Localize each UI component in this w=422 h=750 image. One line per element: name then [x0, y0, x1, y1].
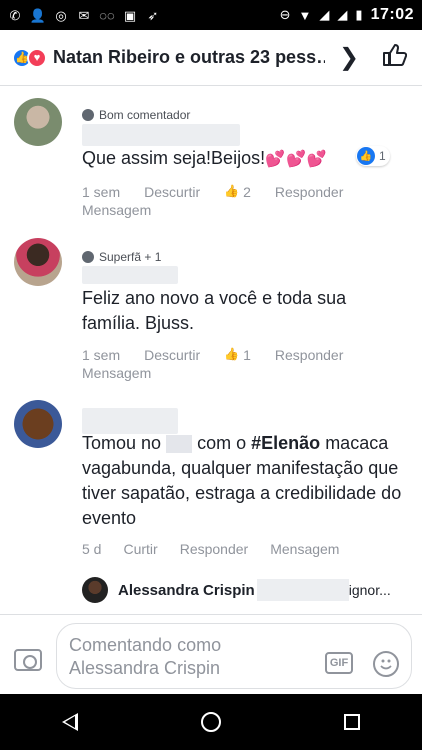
do-not-disturb-icon: ⊖	[279, 7, 291, 22]
chevron-right-icon[interactable]: ❯	[339, 43, 359, 72]
comment-text-part: Tomou no	[82, 433, 162, 453]
thumbs-up-icon: 👍	[224, 184, 240, 198]
instagram-icon: ◎	[55, 7, 67, 23]
thumbs-up-icon: 👍	[224, 347, 240, 361]
comment-actions: 1 sem Descurtir 👍 1 Responder Mensagem	[82, 347, 382, 381]
love-reaction-icon: ♥	[27, 47, 47, 68]
reaction-icons: 👍 ♥	[12, 47, 47, 68]
thumbs-up-icon	[383, 44, 408, 66]
like-button[interactable]	[381, 42, 408, 73]
status-bar: ✆ 👤 ◎ ✉ ◌◌ ▣ ➶ ⊖ ▼ ◢ ◢ ▮ 17:02	[0, 0, 422, 30]
comment-input-placeholder: Comentando como Alessandra Crispin	[69, 635, 222, 678]
comment-input[interactable]: Comentando como Alessandra Crispin GIF	[56, 623, 412, 689]
emoji-icon[interactable]	[373, 651, 399, 677]
reply-preview[interactable]: Alessandra Crispin ignor...	[82, 577, 412, 603]
unlike-button[interactable]: Descurtir	[144, 184, 200, 200]
battery-icon: ▮	[355, 7, 363, 22]
smiley-face-icon	[380, 659, 392, 670]
comment-badge: Superfã + 1	[82, 250, 161, 264]
home-icon[interactable]	[200, 712, 221, 732]
whatsapp-icon: ✆	[9, 7, 21, 23]
avatar[interactable]	[14, 238, 62, 286]
comment-text: Tomou no com o #Elenão macaca vagabunda,…	[82, 431, 402, 531]
signal-icon: ◢	[337, 7, 348, 22]
message-icon: ✉	[78, 7, 90, 23]
comment-text: Que assim seja!Beijos!💕💕💕	[82, 146, 328, 172]
message-button[interactable]: Mensagem	[82, 202, 151, 218]
redacted-text	[256, 579, 349, 601]
reactions-header[interactable]: 👍 ♥ Natan Ribeiro e outras 23 pess… ❯	[0, 30, 422, 86]
comment-composer: Comentando como Alessandra Crispin GIF	[0, 614, 422, 694]
comment-actions: 1 sem Descurtir 👍 2 Responder Mensagem	[82, 184, 382, 218]
comment-body: Que assim seja!Beijos!	[82, 148, 266, 168]
badge-label: Superfã + 1	[99, 250, 162, 264]
reply-snippet: ignor...	[348, 582, 391, 598]
comment-badge: Bom comentador	[82, 108, 190, 122]
like-reaction-icon: 👍	[357, 147, 375, 165]
hashtag-link[interactable]: #Elenão	[251, 433, 320, 453]
comment-time: 1 sem	[82, 184, 121, 200]
back-icon[interactable]	[61, 713, 78, 731]
redacted-text	[166, 435, 193, 454]
comment-time: 1 sem	[82, 347, 121, 363]
superfan-badge-icon	[82, 251, 94, 263]
android-nav-bar	[0, 694, 422, 750]
reply-button[interactable]: Responder	[275, 347, 344, 363]
camera-icon[interactable]	[14, 649, 42, 671]
like-count[interactable]: 1	[243, 347, 251, 363]
comment-text-part: com o	[197, 433, 247, 453]
gif-button[interactable]: GIF	[325, 652, 353, 674]
reply-author-name[interactable]: Alessandra Crispin	[118, 582, 255, 599]
voicemail-icon: ◌◌	[99, 7, 115, 23]
message-button[interactable]: Mensagem	[82, 365, 151, 381]
badge-label: Bom comentador	[99, 108, 191, 122]
image-icon: ▣	[123, 7, 137, 23]
comment-time: 5 d	[82, 541, 102, 557]
reaction-count: 1	[379, 149, 386, 163]
reactors-title[interactable]: Natan Ribeiro e outras 23 pess…	[53, 47, 325, 68]
avatar[interactable]	[14, 400, 62, 448]
system-icons: ⊖ ▼ ◢ ◢ ▮ 17:02	[280, 6, 414, 24]
wifi-icon: ▼	[298, 7, 312, 23]
like-count[interactable]: 2	[243, 184, 251, 200]
person-add-icon: 👤	[29, 7, 47, 23]
clock: 17:02	[370, 6, 414, 23]
comment-actions: 5 d Curtir Responder Mensagem	[82, 541, 382, 557]
avatar	[82, 577, 108, 603]
avatar[interactable]	[14, 98, 62, 146]
unlike-button[interactable]: Descurtir	[144, 347, 200, 363]
redacted-author-name	[82, 266, 178, 284]
like-button[interactable]: Curtir	[123, 541, 157, 557]
rocket-icon: ➶	[147, 7, 159, 23]
comment-text: Feliz ano novo a você e toda sua família…	[82, 288, 347, 333]
reply-button[interactable]: Responder	[275, 184, 344, 200]
recent-apps-icon[interactable]	[344, 714, 361, 730]
comment-reaction-count[interactable]: 👍 1	[356, 146, 390, 166]
hearts-emoji: 💕💕💕	[265, 151, 328, 168]
signal-icon: ◢	[319, 7, 330, 22]
notification-icons: ✆ 👤 ◎ ✉ ◌◌ ▣ ➶	[8, 8, 160, 22]
reply-button[interactable]: Responder	[180, 541, 249, 557]
comment-badge-icon	[82, 109, 94, 121]
redacted-author-name	[82, 124, 240, 146]
message-button[interactable]: Mensagem	[270, 541, 339, 557]
